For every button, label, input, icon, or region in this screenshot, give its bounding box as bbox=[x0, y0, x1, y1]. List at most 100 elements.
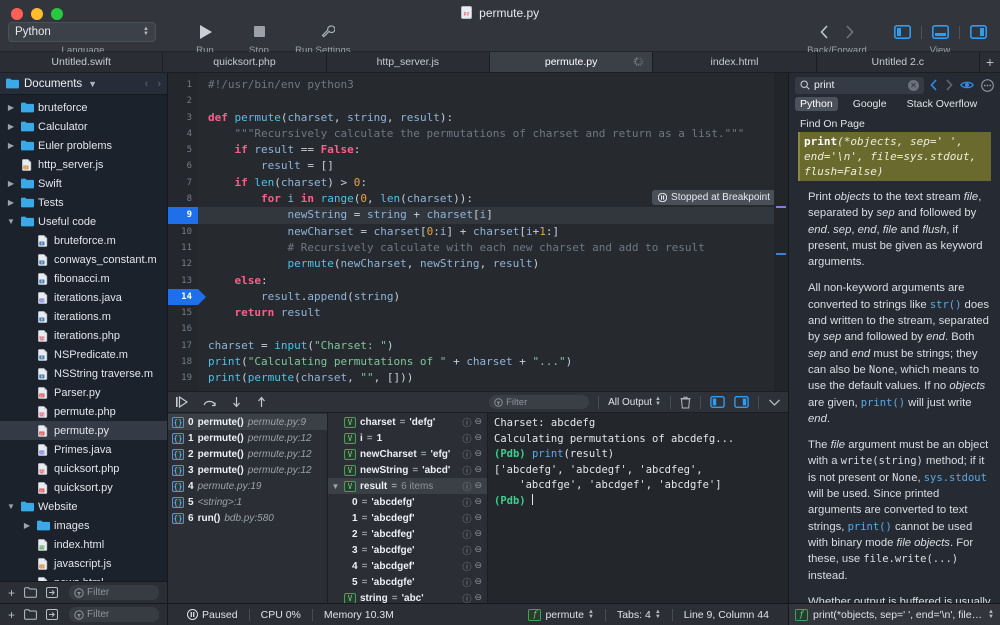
chevron-right-icon[interactable]: ▶ bbox=[6, 179, 16, 188]
code-area[interactable]: #!/usr/bin/env python3 def permute(chars… bbox=[198, 73, 774, 391]
continue-button[interactable] bbox=[175, 396, 189, 408]
tree-file[interactable]: ▶mfibonacci.m bbox=[0, 269, 167, 288]
chevron-down-icon[interactable]: ▼ bbox=[88, 79, 97, 89]
variables-pane[interactable]: Vcharset ='defg' ⓘ ⊖ Vi = 1 ⓘ ⊖ VnewCharset ='efg'… bbox=[328, 413, 488, 603]
variable-info-icon[interactable]: ⓘ bbox=[462, 512, 471, 525]
code-line[interactable]: charset = input("Charset: ") bbox=[208, 338, 774, 354]
stack-frame-row[interactable]: {} 3 permute() permute.py:12 bbox=[168, 462, 327, 478]
code-line[interactable]: permute(newCharset, newString, result) bbox=[208, 256, 774, 272]
console-filter-input[interactable]: Filter bbox=[489, 395, 590, 409]
tree-folder[interactable]: ▶ bruteforce bbox=[0, 98, 167, 117]
sidebar-forward-button[interactable]: › bbox=[157, 78, 161, 90]
add-file-button[interactable]: + bbox=[8, 586, 15, 600]
tree-folder[interactable]: ▶ Euler problems bbox=[0, 136, 167, 155]
line-number[interactable]: 8 bbox=[168, 191, 198, 207]
doc-source-tabs[interactable]: Python Google Stack Overflow Find On Page bbox=[789, 97, 1000, 130]
line-number[interactable]: 3 bbox=[168, 110, 198, 126]
variable-remove-icon[interactable]: ⊖ bbox=[474, 432, 482, 445]
doc-search-input[interactable]: print ✕ bbox=[795, 76, 924, 94]
tree-file[interactable]: ▶phppermute.php bbox=[0, 402, 167, 421]
tree-file[interactable]: ▶pyParser.py bbox=[0, 383, 167, 402]
chevron-right-icon[interactable]: ▶ bbox=[22, 521, 32, 530]
code-line[interactable]: if len(charset) > 0: bbox=[208, 175, 774, 191]
tree-folder[interactable]: ▶ images bbox=[0, 516, 167, 535]
stack-frame-row[interactable]: {} 2 permute() permute.py:12 bbox=[168, 446, 327, 462]
variable-row[interactable]: 1 ='abcdegf' ⓘ ⊖ bbox=[328, 510, 487, 526]
toggle-right-panel-button[interactable] bbox=[969, 25, 987, 39]
tree-file[interactable]: ▶mNSPredicate.m bbox=[0, 345, 167, 364]
editor-gutter[interactable]: 1 2 3 4 5 6 7 8 9 10 11 12 13 14 15 16 17 18 19 bbox=[168, 73, 206, 391]
code-line[interactable]: newString = string + charset[i] bbox=[198, 207, 774, 224]
back-button[interactable] bbox=[820, 25, 829, 39]
variable-remove-icon[interactable]: ⊖ bbox=[474, 544, 482, 557]
chevron-right-icon[interactable]: ▶ bbox=[6, 122, 16, 131]
doc-forward-button[interactable] bbox=[945, 79, 953, 91]
doc-preview-eye-icon[interactable] bbox=[960, 80, 974, 90]
output-filter-select[interactable]: All Output ▲ ▼ bbox=[608, 396, 661, 408]
tree-folder[interactable]: ▼ Useful code bbox=[0, 212, 167, 231]
toggle-left-panel-button[interactable] bbox=[893, 25, 911, 39]
code-line[interactable]: return result bbox=[208, 305, 774, 321]
step-over-button[interactable] bbox=[203, 396, 217, 408]
stack-frame-row[interactable]: {} 5 <string>:1 bbox=[168, 494, 327, 510]
variable-row[interactable]: Vstring ='abc' ⓘ ⊖ bbox=[328, 590, 487, 603]
tree-file[interactable]: ▶javiterations.java bbox=[0, 288, 167, 307]
doc-source-tab[interactable]: Stack Overflow bbox=[902, 97, 983, 111]
variable-row[interactable]: 4 ='abcdgef' ⓘ ⊖ bbox=[328, 558, 487, 574]
tree-file[interactable]: ▶phpiterations.php bbox=[0, 326, 167, 345]
variable-info-icon[interactable]: ⓘ bbox=[462, 544, 471, 557]
line-number[interactable]: 5 bbox=[168, 142, 198, 158]
tree-file[interactable]: ▶phpquicksort.php bbox=[0, 459, 167, 478]
line-number[interactable]: 9 bbox=[168, 207, 206, 224]
variable-info-icon[interactable]: ⓘ bbox=[462, 432, 471, 445]
chevron-right-icon[interactable]: ▶ bbox=[6, 141, 16, 150]
doc-more-menu-icon[interactable] bbox=[981, 78, 994, 92]
tree-file[interactable]: ▶mconways_constant.m bbox=[0, 250, 167, 269]
new-folder-icon[interactable] bbox=[24, 587, 37, 598]
doc-source-tab[interactable]: Python bbox=[795, 97, 838, 111]
tree-folder[interactable]: ▶ Swift bbox=[0, 174, 167, 193]
editor-tab[interactable]: http_server.js bbox=[326, 52, 490, 72]
variable-row[interactable]: VnewString ='abcd' ⓘ ⊖ bbox=[328, 462, 487, 478]
tree-file[interactable]: ▶miterations.m bbox=[0, 307, 167, 326]
toggle-bottom-panel-button[interactable] bbox=[931, 25, 949, 39]
variable-row[interactable]: 5 ='abcdgfe' ⓘ ⊖ bbox=[328, 574, 487, 590]
variable-row[interactable]: ▼ Vresult = 6 items ⓘ ⊖ bbox=[328, 478, 487, 494]
status-symbol-select[interactable]: f permute ▲ ▼ bbox=[517, 608, 604, 621]
doc-back-button[interactable] bbox=[930, 79, 938, 91]
code-line[interactable]: if result == False: bbox=[208, 142, 774, 158]
run-settings-button[interactable]: Run Settings... bbox=[286, 22, 368, 56]
import-icon[interactable] bbox=[46, 587, 59, 598]
editor-tab[interactable]: Untitled 2.c bbox=[816, 52, 980, 72]
variable-remove-icon[interactable]: ⊖ bbox=[474, 512, 482, 525]
language-select[interactable]: Python ▲ ▼ bbox=[8, 22, 156, 42]
tree-folder[interactable]: ▶ Calculator bbox=[0, 117, 167, 136]
tree-file[interactable]: ▶jshttp_server.js bbox=[0, 155, 167, 174]
variable-row[interactable]: VnewCharset ='efg' ⓘ ⊖ bbox=[328, 446, 487, 462]
sidebar-header[interactable]: Documents ▼ ‹ › bbox=[0, 73, 167, 95]
editor-tab[interactable]: permute.py bbox=[489, 52, 654, 72]
code-line[interactable]: """Recursively calculate the permutation… bbox=[208, 126, 774, 142]
line-number[interactable]: 19 bbox=[168, 370, 198, 386]
code-line[interactable]: #!/usr/bin/env python3 bbox=[208, 77, 774, 93]
variable-remove-icon[interactable]: ⊖ bbox=[474, 480, 482, 493]
tree-file[interactable]: ▶mNSString traverse.m bbox=[0, 364, 167, 383]
variable-info-icon[interactable]: ⓘ bbox=[462, 528, 471, 541]
clear-search-icon[interactable]: ✕ bbox=[908, 79, 919, 91]
code-line[interactable] bbox=[208, 93, 774, 109]
stack-frame-row[interactable]: {} 1 permute() permute.py:12 bbox=[168, 430, 327, 446]
code-line[interactable]: result = [] bbox=[208, 158, 774, 174]
file-tree[interactable]: ▶ bruteforce ▶ Calculator ▶ Euler problems ▶ js… bbox=[0, 95, 167, 581]
line-number[interactable]: 7 bbox=[168, 175, 198, 191]
sidebar-filter-input[interactable]: Filter bbox=[69, 585, 159, 600]
variable-remove-icon[interactable]: ⊖ bbox=[474, 576, 482, 589]
line-number[interactable]: 13 bbox=[168, 273, 198, 289]
editor-tab[interactable]: index.html bbox=[653, 52, 817, 72]
tree-file[interactable]: ▶htmindex.html bbox=[0, 535, 167, 554]
line-number[interactable]: 18 bbox=[168, 354, 198, 370]
variable-remove-icon[interactable]: ⊖ bbox=[474, 416, 482, 429]
chevron-down-icon[interactable]: ▼ bbox=[331, 482, 340, 491]
tree-folder[interactable]: ▶ Tests bbox=[0, 193, 167, 212]
tree-file[interactable]: ▶mbruteforce.m bbox=[0, 231, 167, 250]
variable-remove-icon[interactable]: ⊖ bbox=[474, 448, 482, 461]
